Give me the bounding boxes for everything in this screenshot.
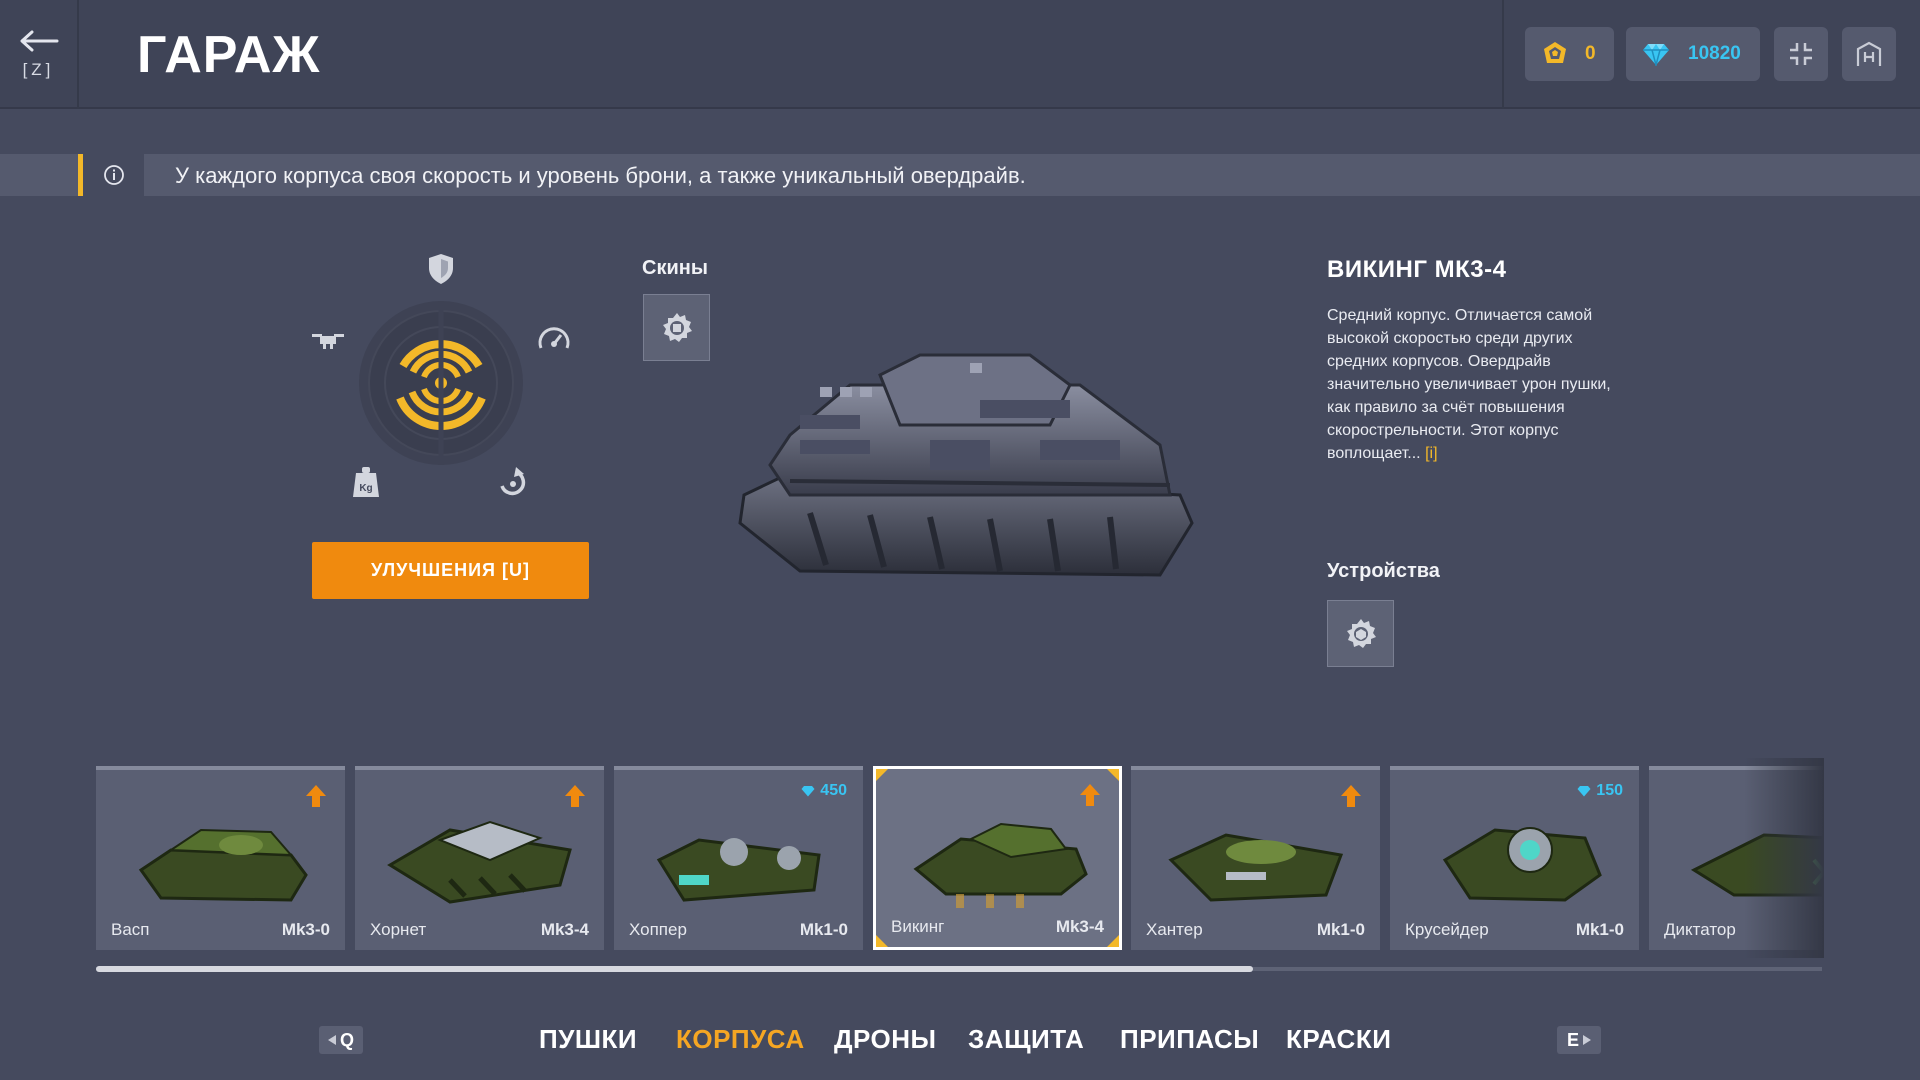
card-name: Хоппер <box>629 920 687 939</box>
hull-thumbnail <box>387 820 572 904</box>
back-button[interactable]: [Z] <box>0 0 79 109</box>
hull-card-hornet[interactable]: Хорнет Mk3-4 <box>355 766 604 950</box>
card-price: 450 <box>801 782 847 800</box>
card-name: Крусейдер <box>1405 920 1489 939</box>
hull-thumbnail <box>138 828 308 902</box>
hull-card-hunter[interactable]: Хантер Mk1-0 <box>1131 766 1380 950</box>
category-tabs: Q ПУШКИ КОРПУСА ДРОНЫ ЗАЩИТА ПРИПАСЫ КРА… <box>0 1020 1920 1060</box>
tab-turrets[interactable]: ПУШКИ <box>539 1024 637 1055</box>
item-description-text: Средний корпус. Отличается самой высокой… <box>1327 307 1611 462</box>
card-name: Хантер <box>1146 920 1203 939</box>
info-icon <box>103 165 124 185</box>
hull-card-crusader[interactable]: 150 Крусейдер Mk1-0 <box>1390 766 1639 950</box>
exit-fullscreen-button[interactable] <box>1774 27 1828 81</box>
diamonds-value: 10820 <box>1688 43 1741 64</box>
device-settings-icon <box>1346 618 1376 648</box>
skins-label: Скины <box>642 257 708 279</box>
devices-label: Устройства <box>1327 560 1440 582</box>
prev-key-label: Q <box>339 1029 354 1050</box>
armor-shield-icon <box>429 254 453 284</box>
card-level: Mk1-0 <box>799 920 848 939</box>
exit-fullscreen-icon <box>1790 43 1812 65</box>
back-key-hint: [Z] <box>22 59 55 79</box>
card-level: Mk3-0 <box>281 920 330 939</box>
hull-carousel[interactable]: Васп Mk3-0 Хорнет Mk3-4 450 Хоппер Mk1-0 <box>96 758 1824 958</box>
item-description: Средний корпус. Отличается самой высокой… <box>1327 304 1627 465</box>
hull-thumbnail <box>656 838 821 902</box>
headquarters-button[interactable] <box>1842 27 1896 81</box>
tab-paints[interactable]: КРАСКИ <box>1286 1024 1391 1055</box>
card-name: Викинг <box>891 917 945 936</box>
info-icon-box <box>83 154 144 196</box>
skin-settings-icon <box>662 312 692 342</box>
hull-thumbnail <box>1168 833 1344 902</box>
currency-panel: 0 10820 <box>1502 0 1920 109</box>
hull-card-hopper[interactable]: 450 Хоппер Mk1-0 <box>614 766 863 950</box>
next-key-label: E <box>1566 1029 1579 1050</box>
diamond-icon <box>1643 44 1669 66</box>
prev-category-key[interactable]: Q <box>319 1026 363 1054</box>
card-level: Mk3-4 <box>540 920 589 939</box>
tab-hulls[interactable]: КОРПУСА <box>676 1024 805 1055</box>
hull-card-viking[interactable]: Викинг Mk3-4 <box>873 766 1122 950</box>
diamond-icon <box>1577 786 1591 797</box>
hull-stats-radar: Kg <box>300 240 580 510</box>
back-arrow-icon <box>20 30 58 51</box>
diamond-icon <box>801 786 815 797</box>
caret-left-icon <box>327 1035 336 1045</box>
info-banner: У каждого корпуса своя скорость и уровен… <box>0 154 1920 196</box>
more-info-link[interactable]: [i] <box>1425 445 1437 462</box>
selection-corner-icon <box>1107 769 1119 781</box>
crystal-coin-icon <box>1544 42 1566 63</box>
crystals-value: 0 <box>1585 43 1596 64</box>
item-name: ВИКИНГ МК3-4 <box>1327 256 1507 283</box>
card-level: Mk3-4 <box>1055 917 1104 936</box>
top-bar: [Z] ГАРАЖ 0 10820 <box>0 0 1920 109</box>
drone-icon <box>312 334 344 349</box>
banner-text: У каждого корпуса своя скорость и уровен… <box>175 163 1026 188</box>
tab-supplies[interactable]: ПРИПАСЫ <box>1120 1024 1259 1055</box>
next-category-key[interactable]: E <box>1557 1026 1601 1054</box>
tab-drones[interactable]: ДРОНЫ <box>834 1024 936 1055</box>
crystals-counter[interactable]: 0 <box>1525 27 1614 81</box>
selection-corner-icon <box>876 769 888 781</box>
hull-card-wasp[interactable]: Васп Mk3-0 <box>96 766 345 950</box>
price-value: 150 <box>1596 782 1623 799</box>
caret-right-icon <box>1583 1035 1591 1045</box>
card-name: Диктатор <box>1664 920 1736 939</box>
device-slot-button[interactable] <box>1327 600 1394 667</box>
turn-speed-icon <box>500 467 526 496</box>
weight-kg-icon: Kg <box>353 467 379 497</box>
card-name: Хорнет <box>370 920 427 939</box>
upgrades-button[interactable]: УЛУЧШЕНИЯ [U] <box>312 542 589 599</box>
card-level: Mk1-0 <box>1316 920 1365 939</box>
selection-corner-icon <box>1107 935 1119 947</box>
headquarters-icon <box>1856 41 1882 66</box>
card-name: Васп <box>111 920 150 939</box>
hull-thumbnail <box>1442 827 1602 902</box>
hull-thumbnail <box>913 822 1088 908</box>
page-title: ГАРАЖ <box>137 26 321 84</box>
tab-protection[interactable]: ЗАЩИТА <box>968 1024 1084 1055</box>
speed-gauge-icon <box>538 327 570 349</box>
skin-slot-button[interactable] <box>643 294 710 361</box>
diamonds-counter[interactable]: 10820 <box>1626 27 1760 81</box>
carousel-fade <box>1744 758 1824 958</box>
svg-text:Kg: Kg <box>359 483 372 494</box>
price-value: 450 <box>820 782 847 799</box>
card-level: Mk1-0 <box>1575 920 1624 939</box>
tank-hull-preview <box>738 353 1194 577</box>
card-price: 150 <box>1577 782 1623 800</box>
carousel-scrollbar-thumb[interactable] <box>96 966 1253 972</box>
selection-corner-icon <box>876 935 888 947</box>
